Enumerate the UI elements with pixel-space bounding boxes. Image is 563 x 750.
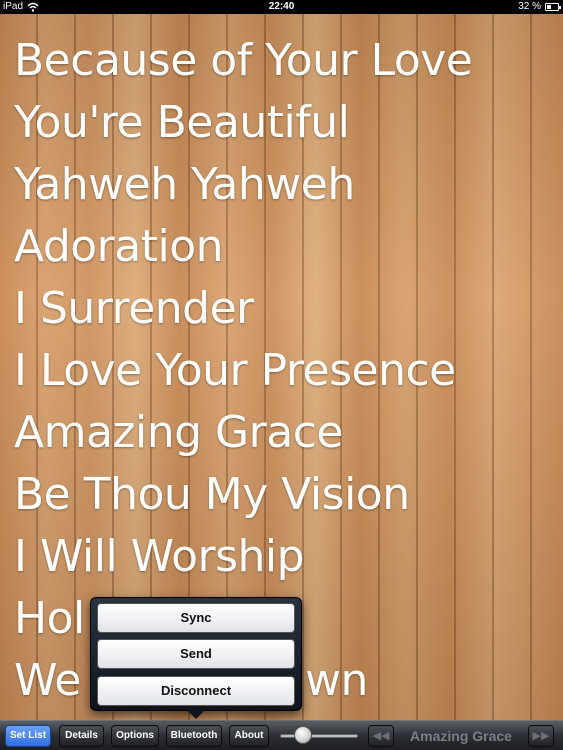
about-button[interactable]: About xyxy=(229,725,269,747)
sync-button[interactable]: Sync xyxy=(97,603,295,633)
volume-slider-track[interactable] xyxy=(280,734,358,738)
details-button[interactable]: Details xyxy=(59,725,104,747)
song-item[interactable]: You're Beautiful xyxy=(14,92,472,154)
options-button[interactable]: Options xyxy=(111,725,159,747)
song-item[interactable]: Be Thou My Vision xyxy=(14,464,472,526)
volume-slider-thumb[interactable] xyxy=(294,726,312,744)
song-item[interactable]: I Will Worship xyxy=(14,526,472,588)
song-item-partial: wn xyxy=(305,655,368,706)
battery-percentage: 32 % xyxy=(518,1,541,12)
disconnect-button[interactable]: Disconnect xyxy=(97,676,295,706)
song-item[interactable]: I Love Your Presence xyxy=(14,340,472,402)
song-item[interactable]: Yahweh Yahweh xyxy=(14,154,472,216)
next-icon[interactable]: ▶▶ xyxy=(528,725,554,747)
now-playing-title: Amazing Grace xyxy=(410,728,512,744)
status-bar: iPad 22:40 32 % xyxy=(0,0,563,14)
song-item-partial: We xyxy=(14,655,82,706)
song-item[interactable]: I Surrender xyxy=(14,278,472,340)
bluetooth-popover: Sync Send Disconnect xyxy=(90,597,302,719)
bluetooth-button[interactable]: Bluetooth xyxy=(166,725,222,747)
song-item[interactable]: Adoration xyxy=(14,216,472,278)
set-list-button[interactable]: Set List xyxy=(5,725,51,747)
bottom-toolbar: Set List Details Options Bluetooth About… xyxy=(0,720,563,750)
popover-arrow xyxy=(187,710,205,719)
song-item[interactable]: Because of Your Love xyxy=(14,30,473,92)
song-item[interactable]: Amazing Grace xyxy=(14,402,472,464)
previous-icon[interactable]: ◀◀ xyxy=(368,725,394,747)
battery-icon xyxy=(545,3,561,11)
send-button[interactable]: Send xyxy=(97,639,295,669)
clock: 22:40 xyxy=(268,1,295,12)
